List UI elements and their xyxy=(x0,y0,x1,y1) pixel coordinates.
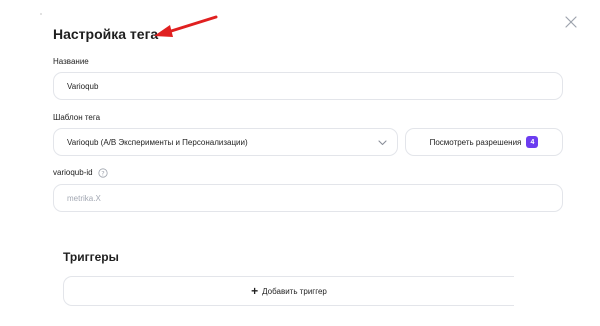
template-select[interactable]: Varioqub (A/B Эксперименты и Персонализа… xyxy=(53,128,398,156)
annotation-arrow-icon xyxy=(154,15,218,37)
dialog-title: Настройка тега xyxy=(53,26,159,42)
template-label: Шаблон тега xyxy=(53,113,101,122)
chevron-down-icon xyxy=(378,140,387,146)
close-icon[interactable] xyxy=(563,14,579,30)
add-trigger-button[interactable]: + Добавить триггер xyxy=(63,276,514,306)
question-circle-icon[interactable]: ? xyxy=(98,168,108,178)
permissions-count-badge: 4 xyxy=(526,136,539,148)
add-trigger-label: Добавить триггер xyxy=(262,286,327,296)
triggers-title: Триггеры xyxy=(63,250,119,264)
svg-text:?: ? xyxy=(101,169,104,177)
view-permissions-button[interactable]: Посмотреть разрешения 4 xyxy=(405,128,563,156)
name-label: Название xyxy=(53,57,89,66)
varioqub-id-label: varioqub-id xyxy=(53,168,93,178)
name-value: Varioqub xyxy=(67,81,99,91)
varioqub-id-input[interactable]: metrika.X xyxy=(53,184,563,212)
template-value: Varioqub (A/B Эксперименты и Персонализа… xyxy=(67,137,248,147)
name-input[interactable]: Varioqub xyxy=(53,72,563,100)
view-permissions-label: Посмотреть разрешения xyxy=(429,137,522,147)
varioqub-id-label-row: varioqub-id ? xyxy=(53,168,108,178)
plus-icon: + xyxy=(251,284,259,298)
tag-settings-dialog: Настройка тега Название Varioqub Шаблон … xyxy=(0,0,600,326)
varioqub-id-placeholder: metrika.X xyxy=(67,193,101,203)
decorative-dot xyxy=(40,13,42,15)
